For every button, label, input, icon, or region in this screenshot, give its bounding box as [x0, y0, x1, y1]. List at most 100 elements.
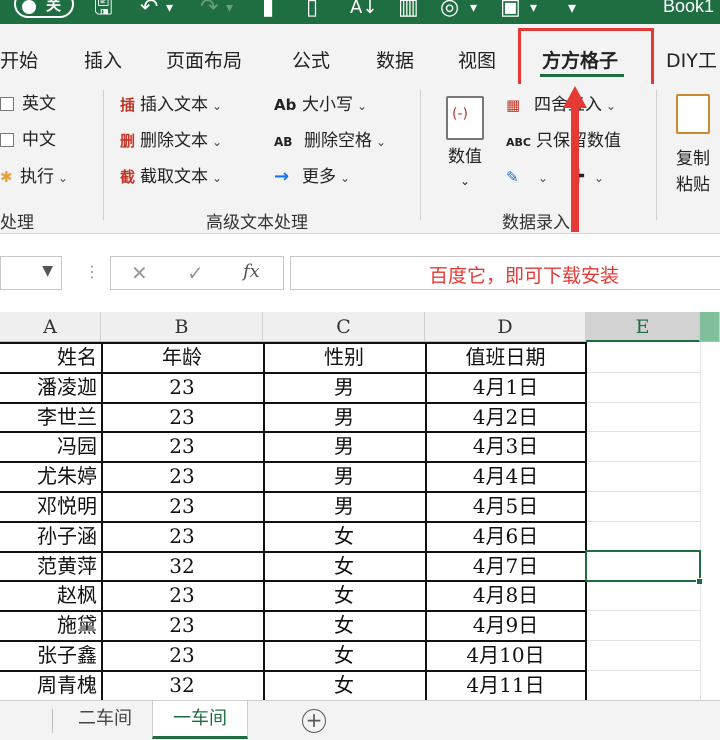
name-cell[interactable]: 李世兰	[0, 402, 101, 432]
name-cell[interactable]: 张子鑫	[0, 640, 101, 670]
tab-view[interactable]: 视图	[458, 46, 496, 73]
sheet-tab-workshop-1[interactable]: 一车间	[152, 701, 248, 739]
duty-date-cell[interactable]: 4月9日	[425, 610, 586, 640]
active-cell[interactable]	[585, 550, 701, 582]
gender-cell[interactable]: 女	[263, 610, 425, 640]
fill-handle[interactable]	[696, 578, 703, 585]
tab-insert[interactable]: 插入	[84, 46, 122, 73]
chevron-down-icon: ⌄	[594, 171, 605, 185]
tab-data[interactable]: 数据	[376, 46, 414, 73]
duty-date-cell[interactable]: 4月1日	[425, 372, 586, 402]
duty-date-cell[interactable]: 4月11日	[425, 670, 586, 700]
chinese-option[interactable]: 中文	[22, 129, 56, 151]
undo-dropdown-icon[interactable]: ▾	[166, 0, 173, 22]
column-header-d[interactable]: D	[425, 312, 586, 342]
gender-cell[interactable]: 男	[263, 372, 425, 402]
tab-formulas[interactable]: 公式	[292, 46, 330, 73]
column-header-a[interactable]: A	[0, 312, 101, 342]
gender-cell[interactable]: 男	[263, 461, 425, 491]
age-cell[interactable]: 23	[101, 580, 263, 610]
name-cell[interactable]: 周青槐	[0, 670, 101, 700]
age-cell[interactable]: 23	[101, 521, 263, 551]
execute-button[interactable]: ✱ 执行 ⌄	[0, 166, 68, 189]
shapes-dropdown-icon[interactable]: ▾	[470, 0, 477, 22]
add-sheet-icon[interactable]: +	[302, 709, 326, 733]
header-age[interactable]: 年龄	[101, 342, 263, 372]
header-gender[interactable]: 性别	[263, 342, 425, 372]
duty-date-cell[interactable]: 4月3日	[425, 431, 586, 461]
column-header-c[interactable]: C	[263, 312, 425, 342]
name-cell[interactable]: 范黄萍	[0, 551, 101, 581]
name-cell[interactable]: 冯园	[0, 431, 101, 461]
cancel-icon[interactable]: ✕	[131, 261, 148, 285]
duty-date-cell[interactable]: 4月2日	[425, 402, 586, 432]
sort-az-icon[interactable]: A↓	[350, 0, 377, 22]
function-icon[interactable]: fx	[243, 261, 260, 282]
age-cell[interactable]: 23	[101, 372, 263, 402]
gender-cell[interactable]: 男	[263, 431, 425, 461]
extract-text-button[interactable]: 截截取文本 ⌄	[120, 166, 222, 189]
spreadsheet-grid[interactable]: A B C D E 姓名 年龄 性别 值班日期 潘凌迦 23 男 4月1日 李世兰 23 男 4月2日…	[0, 312, 720, 702]
duty-date-cell[interactable]: 4月10日	[425, 640, 586, 670]
gender-cell[interactable]: 男	[263, 491, 425, 521]
name-cell[interactable]: 赵枫	[0, 580, 101, 610]
english-checkbox[interactable]	[0, 97, 14, 111]
age-cell[interactable]: 23	[101, 402, 263, 432]
sheet-tab-workshop-2[interactable]: 二车间	[60, 701, 150, 739]
formula-input[interactable]: 百度它，即可下载安装	[290, 256, 720, 290]
tab-diy-tools[interactable]: DIY工	[666, 46, 717, 73]
chart-icon[interactable]: ▥	[398, 0, 419, 22]
header-name[interactable]: 姓名	[0, 342, 101, 372]
save-icon[interactable]: 🖫	[94, 0, 113, 22]
column-header-e[interactable]: E	[586, 312, 700, 342]
column-header-f[interactable]	[700, 312, 720, 342]
name-cell[interactable]: 潘凌迦	[0, 372, 101, 402]
insert-text-button[interactable]: 插插入文本 ⌄	[120, 94, 222, 117]
gender-cell[interactable]: 女	[263, 580, 425, 610]
age-cell[interactable]: 32	[101, 670, 263, 700]
delete-spaces-button[interactable]: AB 删除空格 ⌄	[274, 130, 386, 153]
age-cell[interactable]: 23	[101, 461, 263, 491]
age-cell[interactable]: 23	[101, 431, 263, 461]
undo-icon[interactable]: ↶	[140, 0, 158, 22]
age-cell[interactable]: 23	[101, 491, 263, 521]
name-cell[interactable]: 邓悦明	[0, 491, 101, 521]
arrow-right-icon: →	[274, 166, 290, 187]
text-box-dropdown-icon[interactable]: ▾	[530, 0, 537, 22]
age-cell[interactable]: 23	[101, 640, 263, 670]
drag-handle-icon[interactable]: ⋮	[84, 262, 100, 281]
duty-date-cell[interactable]: 4月6日	[425, 521, 586, 551]
column-header-b[interactable]: B	[101, 312, 263, 342]
gender-cell[interactable]: 女	[263, 551, 425, 581]
text-box-icon[interactable]: ▣	[500, 0, 521, 22]
autosave-toggle[interactable]: 关	[14, 0, 74, 18]
edit-button[interactable]: ✎ ⌄	[506, 166, 548, 189]
name-cell[interactable]: 孙子涵	[0, 521, 101, 551]
name-box[interactable]: ▼	[0, 256, 62, 290]
duty-date-cell[interactable]: 4月4日	[425, 461, 586, 491]
age-cell[interactable]: 32	[101, 551, 263, 581]
tab-home[interactable]: 开始	[0, 46, 38, 73]
english-option[interactable]: 英文	[22, 93, 56, 115]
chinese-checkbox[interactable]	[0, 133, 14, 147]
confirm-icon[interactable]: ✓	[187, 261, 204, 285]
name-cell[interactable]: 尤朱婷	[0, 461, 101, 491]
gender-cell[interactable]: 女	[263, 640, 425, 670]
name-cell[interactable]: 施黛	[0, 610, 101, 640]
tab-page-layout[interactable]: 页面布局	[166, 46, 242, 73]
duty-date-cell[interactable]: 4月8日	[425, 580, 586, 610]
gender-cell[interactable]: 女	[263, 521, 425, 551]
duty-date-cell[interactable]: 4月5日	[425, 491, 586, 521]
shapes-icon[interactable]: ◎	[440, 0, 459, 22]
age-cell[interactable]: 23	[101, 610, 263, 640]
delete-text-button[interactable]: 删删除文本 ⌄	[120, 130, 222, 153]
more-button[interactable]: → 更多 ⌄	[274, 166, 350, 189]
format-painter-icon[interactable]: ▮	[262, 0, 274, 22]
new-file-icon[interactable]: ▯	[306, 0, 318, 22]
duty-date-cell[interactable]: 4月7日	[425, 551, 586, 581]
gender-cell[interactable]: 男	[263, 402, 425, 432]
gender-cell[interactable]: 女	[263, 670, 425, 700]
customize-qat-icon[interactable]: ▾	[568, 0, 576, 22]
case-button[interactable]: Ab 大小写 ⌄	[274, 94, 367, 117]
header-duty-date[interactable]: 值班日期	[425, 342, 586, 372]
